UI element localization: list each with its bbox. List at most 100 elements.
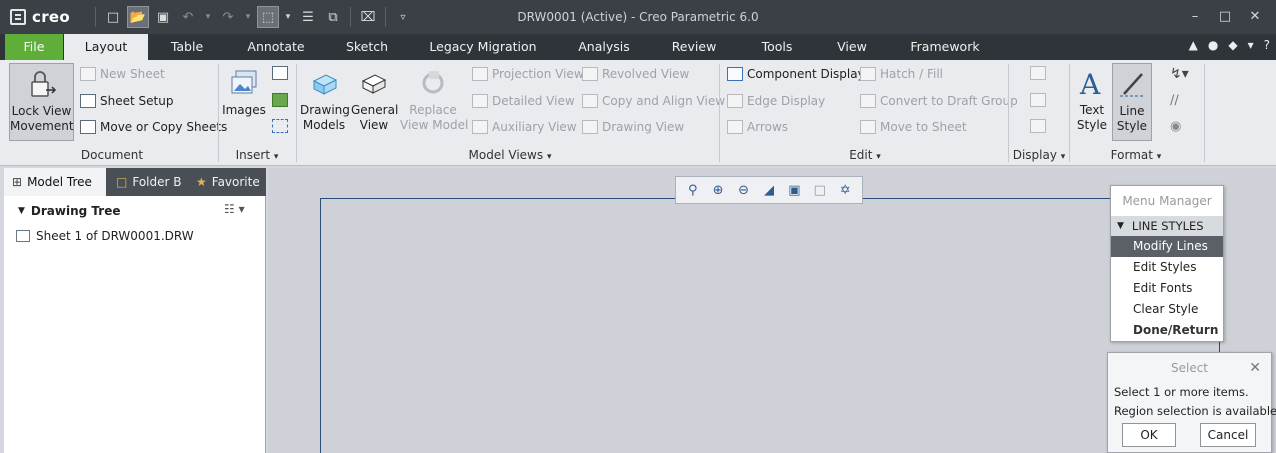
- folder-icon: □: [116, 175, 128, 189]
- line-styles-label: LINE STYLES: [1131, 219, 1204, 233]
- model-views-group-label[interactable]: Model Views ▾: [440, 148, 580, 162]
- revolved-view-button[interactable]: Revolved View: [582, 64, 689, 84]
- close-window-icon[interactable]: ⌧: [357, 6, 379, 28]
- ok-button[interactable]: OK: [1122, 423, 1176, 447]
- edit-fonts-item[interactable]: Edit Fonts: [1111, 278, 1223, 299]
- edit-group-label[interactable]: Edit ▾: [830, 148, 900, 162]
- tab-view[interactable]: View: [830, 34, 874, 60]
- tab-legacy-migration[interactable]: Legacy Migration: [420, 34, 546, 60]
- user-icon[interactable]: ●: [1208, 38, 1218, 52]
- copy-align-view-button[interactable]: Copy and Align View: [582, 91, 725, 111]
- undo-icon[interactable]: ↶: [177, 6, 199, 28]
- repaint-icon[interactable]: ◢: [758, 179, 779, 201]
- help-icon[interactable]: ?: [1264, 38, 1270, 52]
- windows-icon[interactable]: ⧉: [322, 6, 344, 28]
- tree-settings-icon[interactable]: ☷ ▾: [224, 202, 245, 216]
- edge-display-button[interactable]: Edge Display: [727, 91, 825, 111]
- replace-view-model-button[interactable]: Replace View Model: [400, 63, 468, 141]
- hatch-fill-button[interactable]: Hatch / Fill: [860, 64, 943, 84]
- auxiliary-view-button[interactable]: Auxiliary View: [472, 117, 577, 137]
- tabs-dropdown-icon[interactable]: ▾: [1248, 38, 1254, 52]
- new-file-icon[interactable]: □: [102, 6, 124, 28]
- menu-manager-title: Menu Manager: [1122, 194, 1212, 208]
- projection-view-button[interactable]: Projection View: [472, 64, 584, 84]
- tab-tools[interactable]: Tools: [750, 34, 804, 60]
- tab-review[interactable]: Review: [664, 34, 724, 60]
- display-toggle-icon[interactable]: [1030, 66, 1046, 80]
- tab-framework[interactable]: Framework: [900, 34, 990, 60]
- sheet-setup-button[interactable]: Sheet Setup: [80, 91, 173, 111]
- display-layers-icon[interactable]: [1030, 93, 1046, 107]
- redo-icon[interactable]: ↷: [217, 6, 239, 28]
- images-button[interactable]: Images: [222, 63, 266, 141]
- line-style-button[interactable]: Line Style: [1112, 63, 1152, 141]
- clear-style-item[interactable]: Clear Style: [1111, 299, 1223, 320]
- cancel-button[interactable]: Cancel: [1200, 423, 1256, 447]
- tree-item[interactable]: Sheet 1 of DRW0001.DRW: [16, 226, 194, 246]
- insert-object-icon[interactable]: [272, 66, 288, 80]
- list-icon[interactable]: ☰: [297, 6, 319, 28]
- tab-folder-browser[interactable]: □ Folder B: [108, 168, 186, 196]
- line-styles-section[interactable]: ▼ LINE STYLES: [1111, 216, 1223, 236]
- move-to-sheet-button[interactable]: Move to Sheet: [860, 117, 967, 137]
- tab-annotate[interactable]: Annotate: [236, 34, 316, 60]
- insert-group-label[interactable]: Insert ▾: [222, 148, 292, 162]
- tab-layout[interactable]: Layout: [64, 34, 148, 60]
- minimize-icon[interactable]: –: [1182, 6, 1208, 26]
- tab-analysis[interactable]: Analysis: [568, 34, 640, 60]
- open-folder-icon[interactable]: 📂: [127, 6, 149, 28]
- learning-icon[interactable]: ◆: [1228, 38, 1237, 52]
- format-color-icon[interactable]: ◉: [1170, 119, 1181, 134]
- select-dialog: Select ✕ Select 1 or more items. Region …: [1107, 352, 1276, 453]
- undo-dropdown-icon[interactable]: ▾: [202, 6, 214, 28]
- arrows-button[interactable]: Arrows: [727, 117, 788, 137]
- box-select-icon[interactable]: ⬚: [257, 6, 279, 28]
- model-tree-icon: ⊞: [12, 175, 23, 189]
- display-group-label[interactable]: Display ▾: [1008, 148, 1070, 162]
- modify-lines-item[interactable]: Modify Lines: [1111, 236, 1223, 257]
- zoom-out-icon[interactable]: ⊖: [733, 179, 754, 201]
- detailed-view-button[interactable]: Detailed View: [472, 91, 575, 111]
- hatch-fill-icon: [860, 67, 876, 81]
- close-icon[interactable]: ✕: [1249, 353, 1261, 383]
- select-dropdown-icon[interactable]: ▾: [282, 6, 294, 28]
- lock-view-movement-button[interactable]: Lock View Movement: [9, 63, 74, 141]
- save-icon[interactable]: ▣: [152, 6, 174, 28]
- done-return-item[interactable]: Done/Return: [1111, 320, 1223, 341]
- collapse-ribbon-icon[interactable]: ▲: [1189, 38, 1198, 52]
- drawing-view-button[interactable]: Drawing View: [582, 117, 684, 137]
- display-style-icon[interactable]: ▣: [784, 179, 805, 201]
- datum-display-icon[interactable]: ✡: [835, 179, 856, 201]
- display-erase-icon[interactable]: [1030, 119, 1046, 133]
- redo-dropdown-icon[interactable]: ▾: [242, 6, 254, 28]
- tab-sketch[interactable]: Sketch: [336, 34, 398, 60]
- insert-frame-icon[interactable]: [272, 119, 288, 133]
- saved-views-icon[interactable]: □: [809, 179, 830, 201]
- format-arrows-icon[interactable]: ∕∕: [1170, 93, 1179, 108]
- document-group-label: Document: [80, 148, 144, 162]
- drawing-tree-header[interactable]: ▼ Drawing Tree ☷ ▾: [4, 198, 266, 224]
- convert-draft-group-button[interactable]: Convert to Draft Group: [860, 91, 1018, 111]
- format-label: Format: [1110, 148, 1153, 162]
- customize-dropdown-icon[interactable]: ▿: [392, 6, 414, 28]
- model-views-dropdown-icon: ▾: [546, 152, 552, 162]
- tab-table[interactable]: Table: [154, 34, 220, 60]
- tab-model-tree[interactable]: ⊞ Model Tree: [4, 168, 106, 196]
- tab-file[interactable]: File: [5, 34, 63, 60]
- zoom-in-icon[interactable]: ⊕: [707, 179, 728, 201]
- text-style-button[interactable]: A Text Style: [1072, 63, 1112, 141]
- display-label: Display: [1012, 148, 1057, 162]
- general-view-button[interactable]: General View: [351, 63, 398, 141]
- new-sheet-button[interactable]: New Sheet: [80, 64, 165, 84]
- maximize-icon[interactable]: □: [1212, 6, 1238, 26]
- refit-icon[interactable]: ⚲: [682, 179, 703, 201]
- close-icon[interactable]: ✕: [1242, 6, 1268, 26]
- edit-styles-item[interactable]: Edit Styles: [1111, 257, 1223, 278]
- move-copy-sheets-button[interactable]: Move or Copy Sheets: [80, 117, 227, 137]
- drawing-models-button[interactable]: Drawing Models: [300, 63, 350, 141]
- insert-image-icon[interactable]: [272, 93, 288, 107]
- format-lightning-icon[interactable]: ↯▾: [1170, 66, 1189, 82]
- format-group-label[interactable]: Format ▾: [1100, 148, 1172, 162]
- tab-favorites[interactable]: ★ Favorite: [188, 168, 266, 196]
- component-display-button[interactable]: Component Display: [727, 64, 865, 84]
